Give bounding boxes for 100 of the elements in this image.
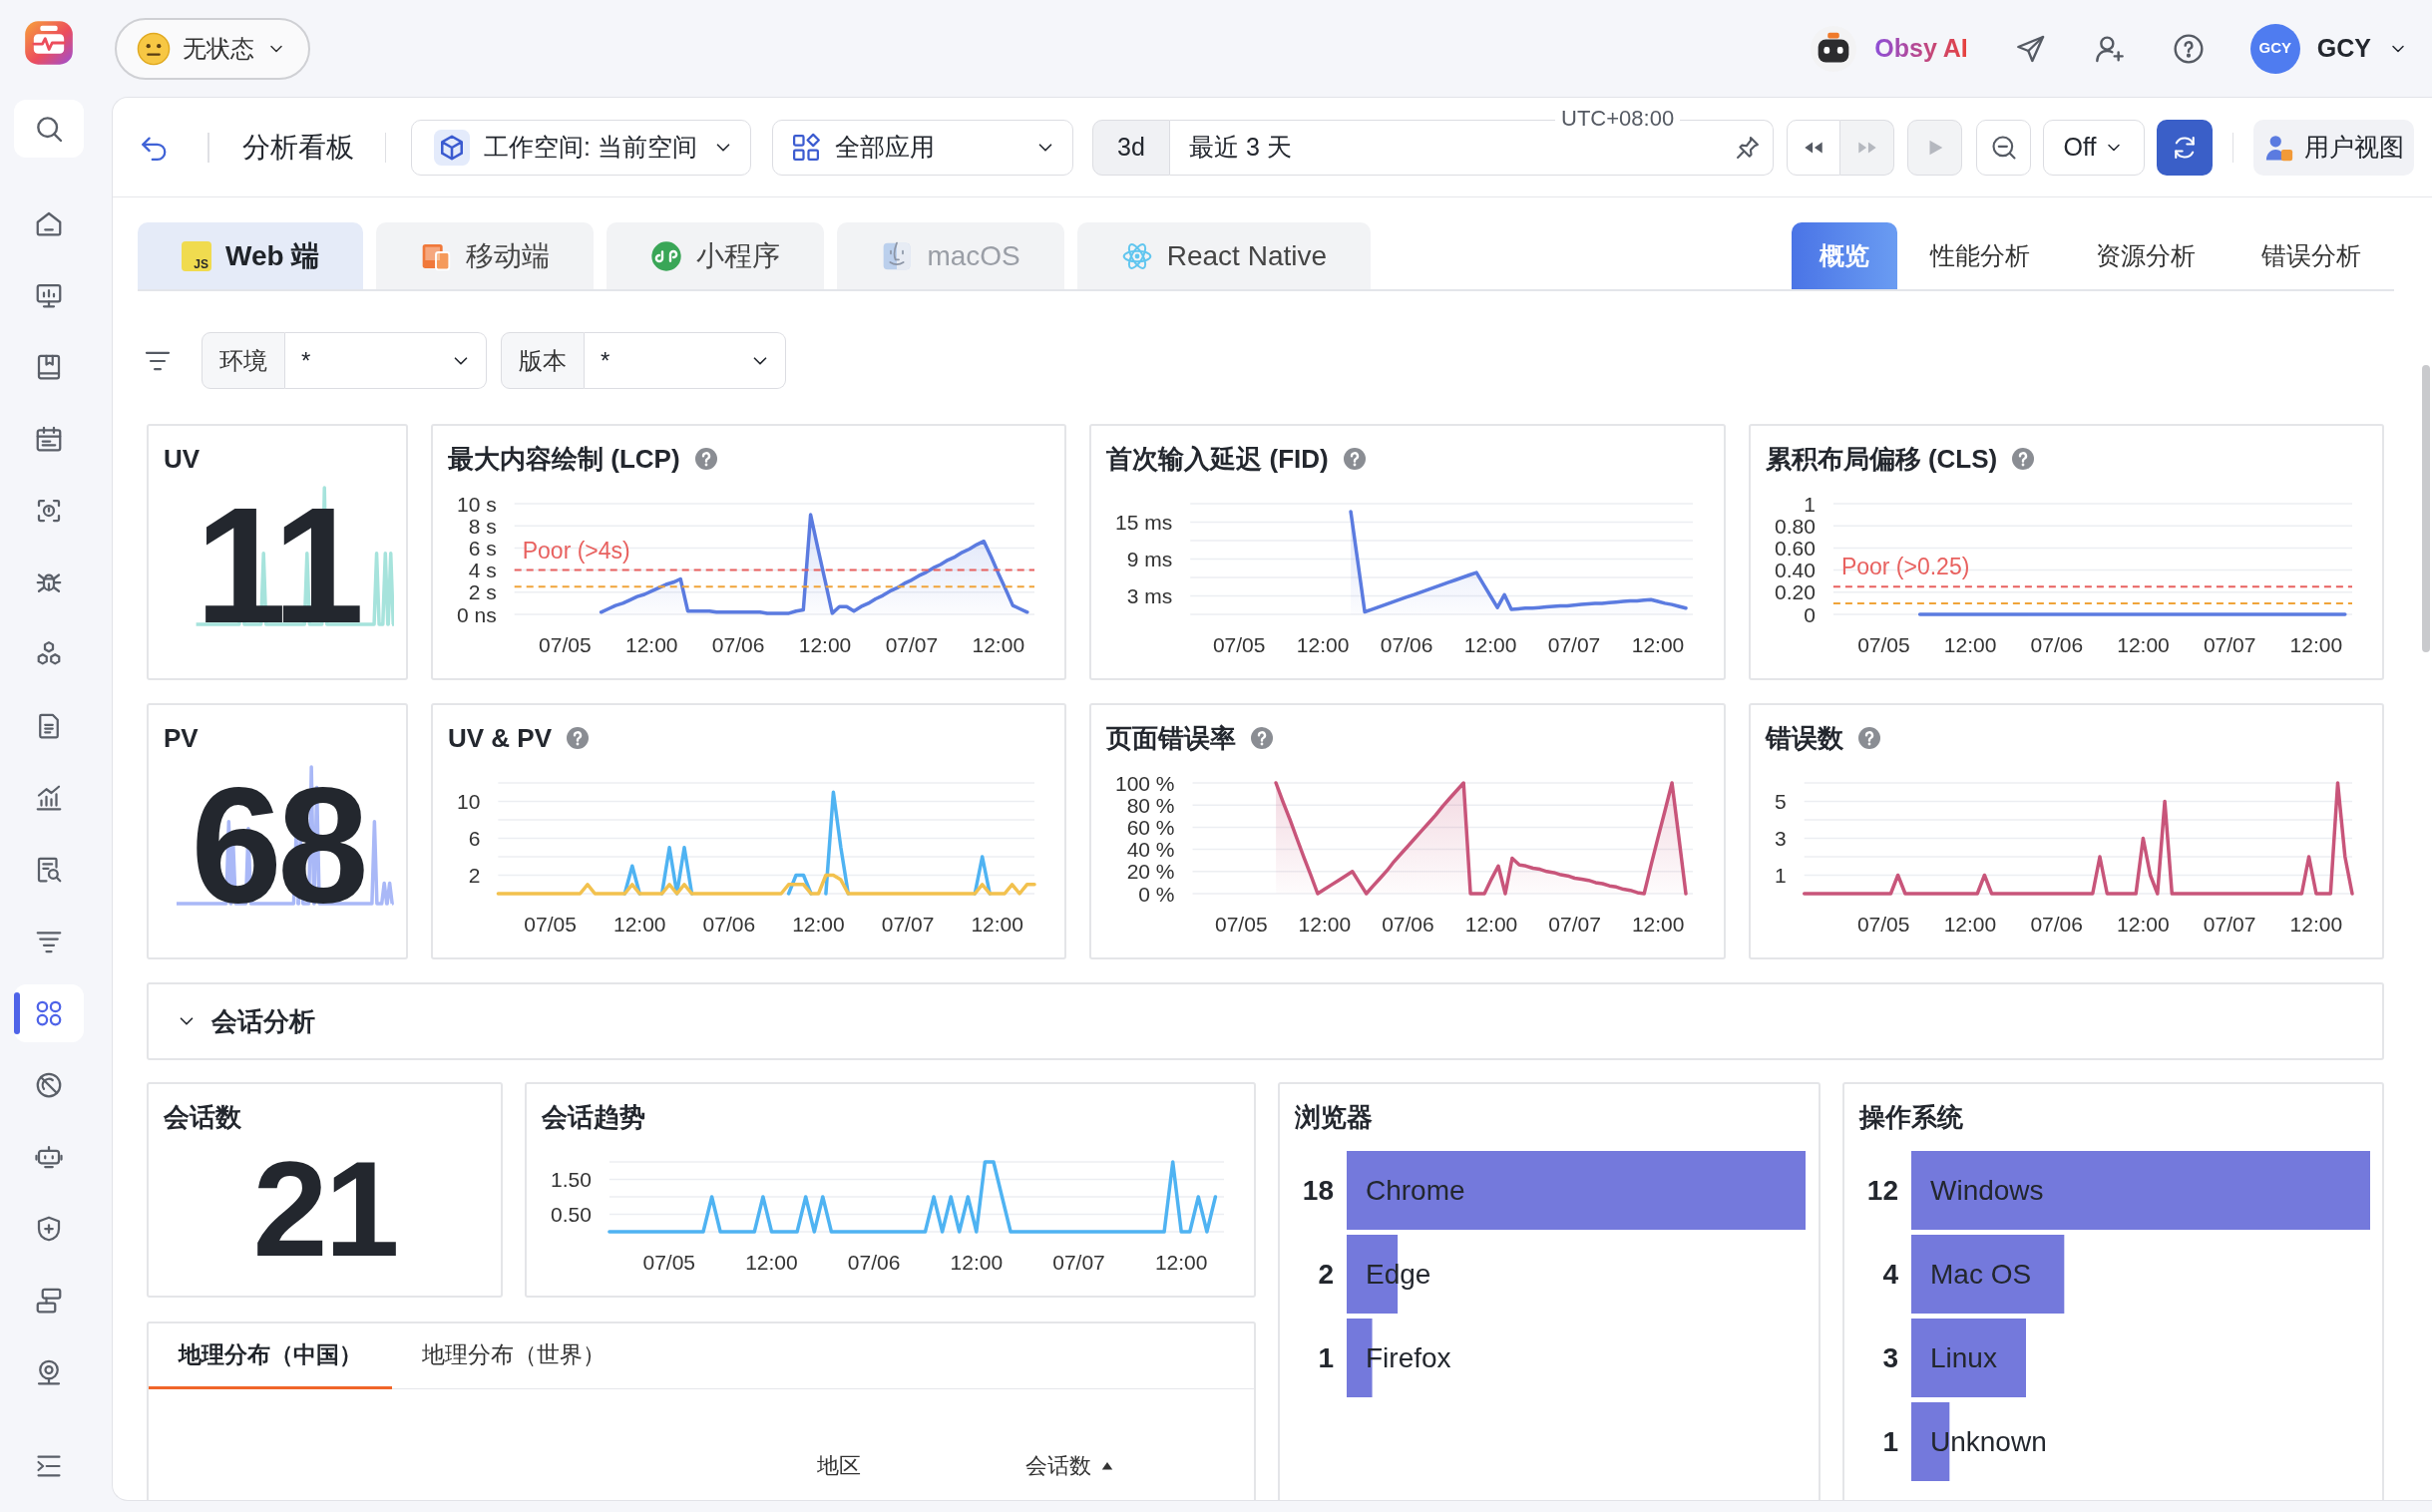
platform-tab[interactable]: 移动端 bbox=[376, 222, 595, 289]
refresh-button[interactable] bbox=[2157, 119, 2213, 176]
axis-label: 07/06 bbox=[711, 632, 765, 656]
grid-icon bbox=[791, 132, 821, 163]
cube-icon bbox=[434, 129, 470, 166]
axis-label: 100 % bbox=[1115, 771, 1175, 795]
filter-label: 环境 bbox=[202, 332, 285, 389]
help-icon bbox=[693, 447, 718, 471]
axis-label: 1 bbox=[1774, 864, 1787, 887]
filter-label: 版本 bbox=[501, 332, 585, 389]
assistant-button[interactable]: Obsy AI bbox=[1811, 25, 1968, 72]
bar-value: 12 bbox=[1866, 1175, 1898, 1206]
search-button[interactable] bbox=[14, 100, 84, 158]
axis-label: 0 % bbox=[1138, 882, 1175, 906]
stat-value: 21 bbox=[252, 1142, 397, 1277]
card-title: 错误数 bbox=[1765, 723, 1843, 753]
sidebar-item[interactable] bbox=[14, 984, 84, 1042]
zoom-out-icon bbox=[1989, 133, 2018, 162]
robot-icon bbox=[1811, 25, 1857, 72]
card-title: UV & PV bbox=[448, 723, 553, 753]
bar-label: Chrome bbox=[1366, 1175, 1465, 1206]
card-title: 会话数 bbox=[164, 1102, 241, 1132]
axis-label: 12:00 bbox=[612, 912, 666, 936]
axis-label: 0 bbox=[1803, 602, 1816, 626]
status-button[interactable]: 无状态 bbox=[115, 17, 310, 80]
help-button[interactable] bbox=[2172, 32, 2205, 65]
axis-label: 6 bbox=[468, 827, 481, 850]
card-title: 累积布局偏移 (CLS) bbox=[1765, 444, 1998, 474]
axis-label: 07/07 bbox=[2203, 912, 2256, 936]
axis-label: 6 s bbox=[468, 536, 497, 560]
avatar: GCY bbox=[2249, 23, 2300, 74]
axis-label: 0.20 bbox=[1774, 580, 1816, 604]
geo-tab[interactable]: 地理分布（中国） bbox=[149, 1323, 392, 1389]
bar-value: 18 bbox=[1302, 1175, 1334, 1206]
zoom-out-button[interactable] bbox=[1976, 119, 2031, 176]
axis-label: 12:00 bbox=[745, 1250, 798, 1274]
bar-value: 2 bbox=[1318, 1259, 1334, 1290]
axis-label: 12:00 bbox=[950, 1250, 1004, 1274]
axis-label: 07/05 bbox=[1856, 912, 1910, 936]
threshold-label: Poor (>0.25) bbox=[1840, 554, 1970, 580]
bar-label: Windows bbox=[1929, 1175, 2044, 1206]
axis-label: 12:00 bbox=[1943, 912, 1996, 936]
axis-label: 0.50 bbox=[551, 1203, 592, 1226]
auto-refresh-dropdown[interactable]: Off bbox=[2043, 119, 2145, 176]
server-icon bbox=[34, 1286, 64, 1316]
card-title: PV bbox=[164, 723, 199, 753]
axis-label: 07/05 bbox=[524, 912, 577, 936]
axis-label: 2 bbox=[468, 864, 481, 887]
grid-icon bbox=[34, 998, 64, 1028]
axis-label: 12:00 bbox=[1465, 912, 1518, 936]
platform-tab[interactable]: 小程序 bbox=[607, 222, 825, 289]
column-header: 地区 bbox=[817, 1452, 861, 1480]
chart-icon bbox=[34, 783, 64, 813]
axis-label: 12:00 bbox=[792, 912, 845, 936]
bar-value: 3 bbox=[1881, 1342, 1898, 1373]
axis-label: 12:00 bbox=[798, 632, 852, 656]
axis-label: 2 s bbox=[468, 580, 497, 604]
view-tab[interactable]: 资源分析 bbox=[2063, 222, 2229, 289]
help-icon bbox=[1342, 447, 1367, 471]
view-tab[interactable]: 概览 bbox=[1792, 222, 1897, 289]
help-icon bbox=[2172, 32, 2205, 65]
filter-select[interactable]: * bbox=[285, 332, 487, 389]
pin-button[interactable] bbox=[1722, 119, 1774, 176]
axis-label: 07/06 bbox=[2030, 632, 2083, 656]
axis-label: 60 % bbox=[1127, 815, 1175, 839]
app-select[interactable]: 全部应用 bbox=[772, 119, 1073, 176]
axis-label: 07/07 bbox=[1548, 912, 1602, 936]
range-preset-button[interactable]: 3d bbox=[1092, 119, 1170, 176]
bar-value: 1 bbox=[1881, 1426, 1898, 1457]
axis-label: 07/05 bbox=[539, 632, 592, 656]
platform-tab[interactable]: React Native bbox=[1076, 222, 1372, 289]
filter-select[interactable]: * bbox=[585, 332, 786, 389]
axis-label: 5 bbox=[1774, 790, 1787, 813]
axis-label: 07/07 bbox=[885, 632, 939, 656]
axis-label: 12:00 bbox=[972, 632, 1025, 656]
axis-label: 9 ms bbox=[1127, 548, 1173, 570]
axis-label: 1 bbox=[1803, 492, 1816, 516]
axis-label: 3 bbox=[1774, 827, 1787, 850]
view-tab[interactable]: 错误分析 bbox=[2229, 222, 2394, 289]
axis-label: 12:00 bbox=[1298, 912, 1352, 936]
help-icon bbox=[1250, 726, 1275, 750]
platform-tab[interactable]: JS Web 端 bbox=[138, 222, 364, 289]
axis-label: 07/05 bbox=[1215, 912, 1268, 936]
axis-label: 07/06 bbox=[847, 1250, 901, 1274]
user-view-button[interactable]: 用户视图 bbox=[2253, 119, 2414, 176]
user-menu-button[interactable]: GCY GCY bbox=[2249, 23, 2408, 74]
axis-label: 07/05 bbox=[642, 1250, 696, 1274]
axis-label: 12:00 bbox=[625, 632, 678, 656]
view-tab[interactable]: 性能分析 bbox=[1897, 222, 2063, 289]
logo-badge: JS bbox=[182, 240, 211, 271]
workspace-select[interactable]: 工作空间: 当前空间 bbox=[411, 119, 751, 176]
card-title: 页面错误率 bbox=[1106, 723, 1237, 753]
rewind-button[interactable] bbox=[1787, 119, 1840, 176]
axis-label: 3 ms bbox=[1127, 584, 1173, 607]
column-header[interactable]: 会话数 bbox=[1025, 1449, 1115, 1482]
geo-tab[interactable]: 地理分布（世界） bbox=[392, 1323, 635, 1389]
axis-label: 12:00 bbox=[2116, 632, 2170, 656]
scrollbar-thumb[interactable] bbox=[2422, 365, 2430, 652]
axis-label: 12:00 bbox=[1297, 632, 1350, 656]
axis-label: 07/07 bbox=[1052, 1250, 1105, 1274]
